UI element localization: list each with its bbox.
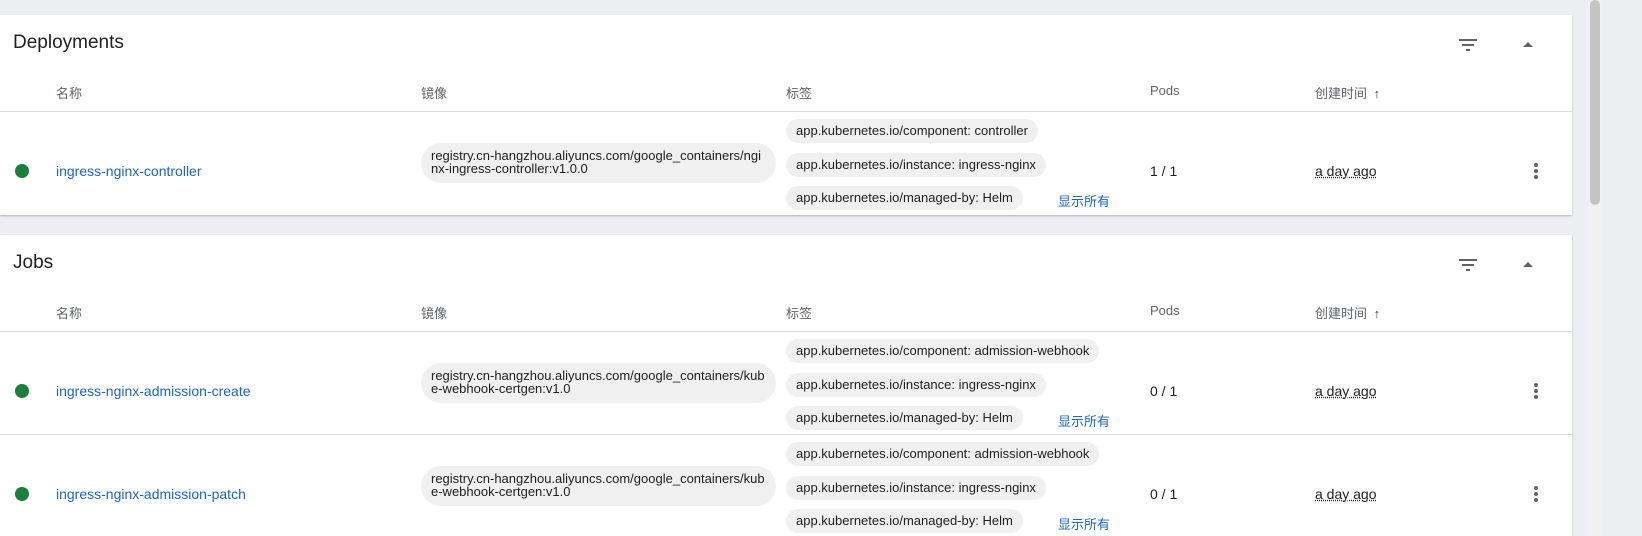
- resource-name-link[interactable]: ingress-nginx-admission-create: [56, 383, 251, 399]
- more-vert-icon[interactable]: [1524, 379, 1548, 403]
- column-header-created-label: 创建时间: [1315, 86, 1368, 101]
- column-header-created[interactable]: 创建时间 ↑: [1315, 303, 1380, 322]
- label-chip: app.kubernetes.io/managed-by: Helm: [786, 186, 1023, 210]
- scrollbar-thumb[interactable]: [1590, 0, 1600, 205]
- resource-name-link[interactable]: ingress-nginx-admission-patch: [56, 486, 246, 502]
- label-chip: app.kubernetes.io/managed-by: Helm: [786, 509, 1023, 533]
- column-header-labels: 标签: [786, 306, 813, 321]
- column-header-name[interactable]: 名称: [56, 83, 82, 102]
- show-all-labels-link[interactable]: 显示所有: [1058, 411, 1110, 430]
- column-header-created[interactable]: 创建时间 ↑: [1315, 83, 1380, 102]
- created-time: a day ago: [1315, 163, 1377, 179]
- status-running-icon: [15, 487, 29, 501]
- filter-icon[interactable]: [1456, 33, 1480, 57]
- table-row: ingress-nginx-admission-patch registry.c…: [0, 435, 1572, 536]
- column-header-pods: Pods: [1150, 83, 1180, 98]
- column-header-created-label: 创建时间: [1315, 306, 1368, 321]
- table-row: ingress-nginx-controller registry.cn-han…: [0, 112, 1572, 215]
- created-time: a day ago: [1315, 486, 1377, 502]
- status-running-icon: [15, 164, 29, 178]
- pods-count: 1 / 1: [1150, 163, 1178, 179]
- jobs-title: Jobs: [13, 252, 54, 273]
- status-running-icon: [15, 384, 29, 398]
- deployments-card: Deployments 名称 镜像 标签 Pods 创建时间 ↑ ingress…: [0, 15, 1572, 215]
- filter-icon[interactable]: [1456, 253, 1480, 277]
- resource-name-link[interactable]: ingress-nginx-controller: [56, 163, 202, 179]
- image-chip: registry.cn-hangzhou.aliyuncs.com/google…: [421, 143, 776, 183]
- label-chip: app.kubernetes.io/instance: ingress-ngin…: [786, 476, 1046, 500]
- sort-ascending-icon: ↑: [1373, 306, 1381, 321]
- column-header-image[interactable]: 镜像: [421, 83, 447, 102]
- column-header-labels: 标签: [786, 86, 813, 101]
- more-vert-icon[interactable]: [1524, 482, 1548, 506]
- label-chip: app.kubernetes.io/instance: ingress-ngin…: [786, 373, 1046, 397]
- pods-count: 0 / 1: [1150, 383, 1178, 399]
- created-time: a day ago: [1315, 383, 1377, 399]
- deployments-title: Deployments: [13, 32, 124, 53]
- image-chip: registry.cn-hangzhou.aliyuncs.com/google…: [421, 466, 776, 506]
- pods-count: 0 / 1: [1150, 486, 1178, 502]
- show-all-labels-link[interactable]: 显示所有: [1058, 191, 1110, 210]
- jobs-card: Jobs 名称 镜像 标签 Pods 创建时间 ↑ ingress-nginx-…: [0, 235, 1572, 536]
- label-chip: app.kubernetes.io/component: controller: [786, 119, 1038, 143]
- image-chip: registry.cn-hangzhou.aliyuncs.com/google…: [421, 363, 776, 403]
- chevron-up-icon[interactable]: [1516, 253, 1540, 277]
- sort-ascending-icon: ↑: [1373, 86, 1381, 101]
- label-chip: app.kubernetes.io/instance: ingress-ngin…: [786, 153, 1046, 177]
- label-chip: app.kubernetes.io/component: admission-w…: [786, 339, 1100, 363]
- column-header-pods: Pods: [1150, 303, 1180, 318]
- more-vert-icon[interactable]: [1524, 159, 1548, 183]
- chevron-up-icon[interactable]: [1516, 33, 1540, 57]
- table-row: ingress-nginx-admission-create registry.…: [0, 332, 1572, 435]
- label-chip: app.kubernetes.io/component: admission-w…: [786, 442, 1100, 466]
- show-all-labels-link[interactable]: 显示所有: [1058, 514, 1110, 533]
- column-header-name[interactable]: 名称: [56, 303, 82, 322]
- column-header-image[interactable]: 镜像: [421, 303, 447, 322]
- page-scrollbar[interactable]: [1588, 0, 1602, 536]
- label-chip: app.kubernetes.io/managed-by: Helm: [786, 406, 1023, 430]
